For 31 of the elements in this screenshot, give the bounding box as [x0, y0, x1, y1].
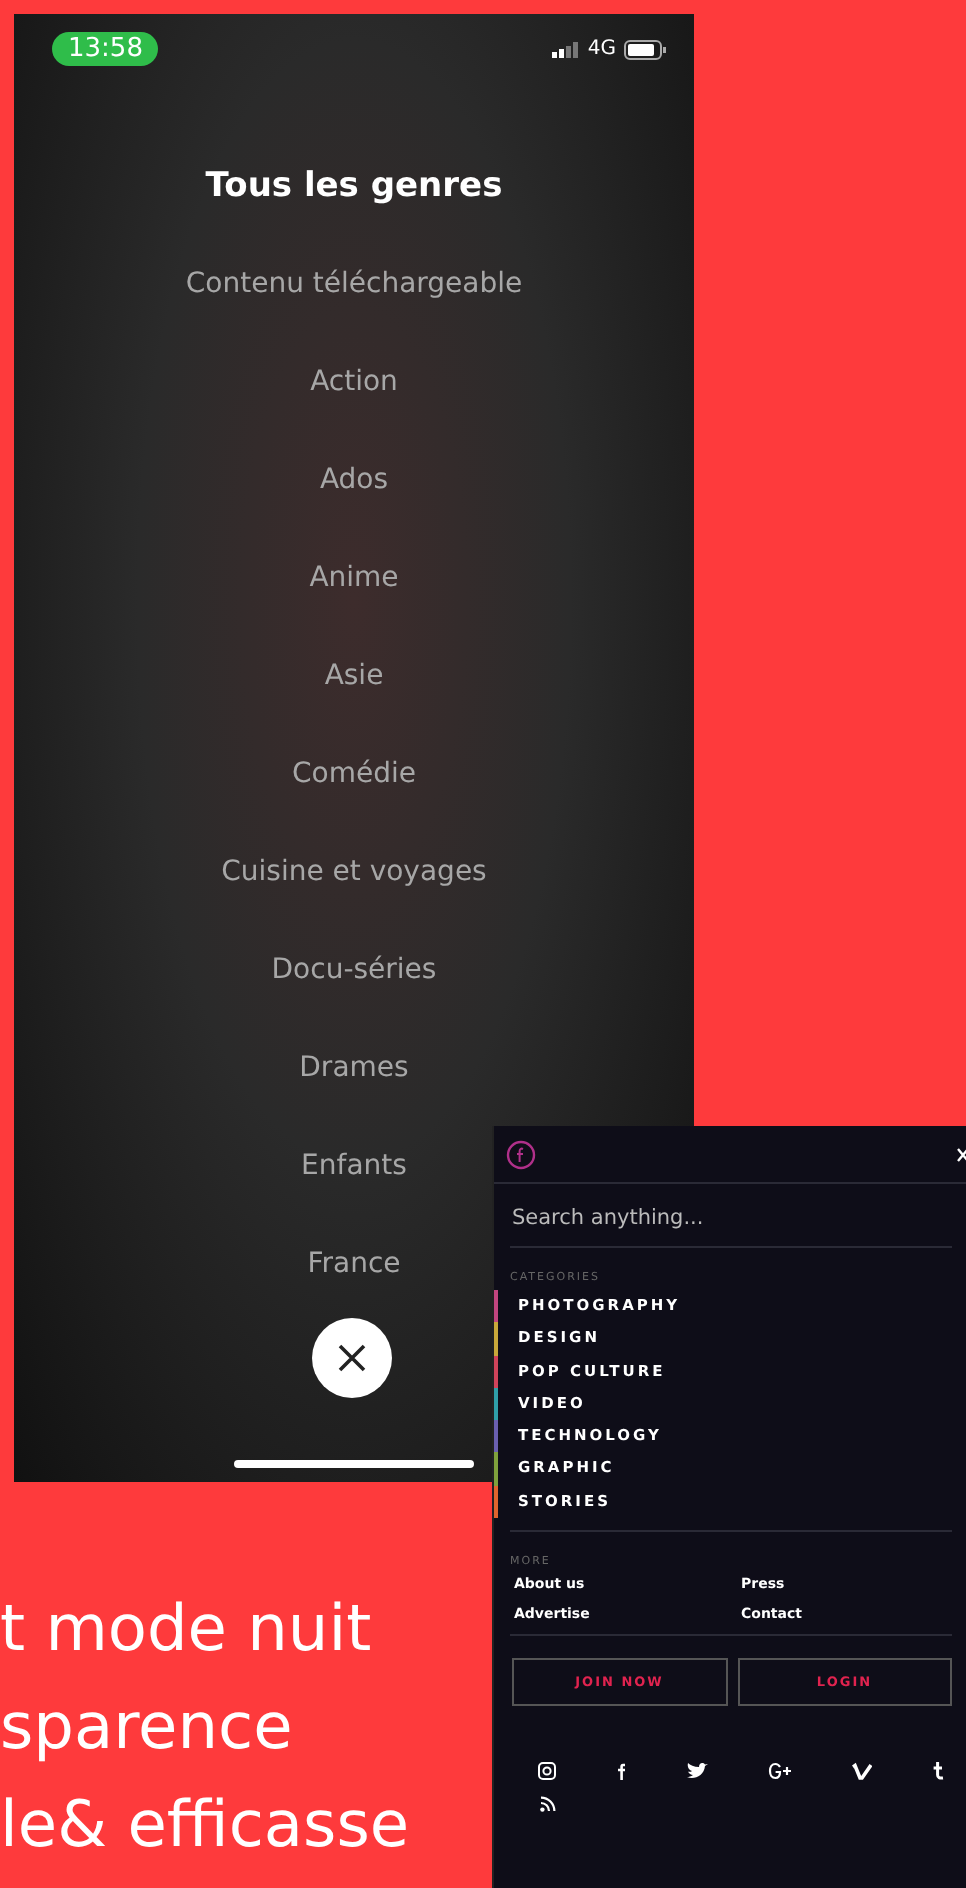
tumblr-icon[interactable]	[932, 1762, 944, 1781]
camera-icon[interactable]	[538, 1762, 556, 1781]
caption-line: t mode nuit	[0, 1588, 374, 1670]
caption-line: sparence	[0, 1686, 295, 1768]
menu-title: Tous les genres	[205, 166, 503, 206]
genre-item[interactable]: Anime	[309, 558, 399, 598]
close-icon	[336, 1342, 368, 1374]
close-icon[interactable]	[956, 1145, 966, 1163]
genre-item[interactable]: Drames	[299, 1048, 409, 1088]
signal-icon	[551, 41, 580, 57]
rss-icon[interactable]	[540, 1796, 556, 1813]
caption-line: le& efficasse	[0, 1784, 410, 1866]
bird-icon[interactable]	[686, 1762, 708, 1781]
genre-item[interactable]: Ados	[319, 460, 389, 500]
genre-item[interactable]: France	[307, 1244, 401, 1284]
network-label: 4G	[587, 38, 616, 60]
genre-item[interactable]: Asie	[324, 656, 384, 696]
genre-item[interactable]: Action	[310, 362, 398, 402]
battery-icon	[624, 39, 666, 59]
close-button[interactable]	[312, 1318, 392, 1398]
facebook-icon[interactable]	[616, 1762, 626, 1781]
logo-icon	[506, 1139, 536, 1169]
genre-item[interactable]: Enfants	[301, 1146, 407, 1186]
status-time: 13:58	[52, 32, 159, 66]
vimeo-icon[interactable]	[852, 1762, 872, 1781]
genre-item[interactable]: Cuisine et voyages	[221, 852, 487, 892]
genre-item[interactable]: Comédie	[292, 754, 416, 794]
google-plus-icon[interactable]	[768, 1762, 792, 1781]
search-field[interactable]: Search anything...	[510, 1196, 952, 1248]
genre-item[interactable]: Contenu téléchargeable	[185, 264, 523, 304]
genre-item[interactable]: Docu-séries	[271, 950, 437, 990]
